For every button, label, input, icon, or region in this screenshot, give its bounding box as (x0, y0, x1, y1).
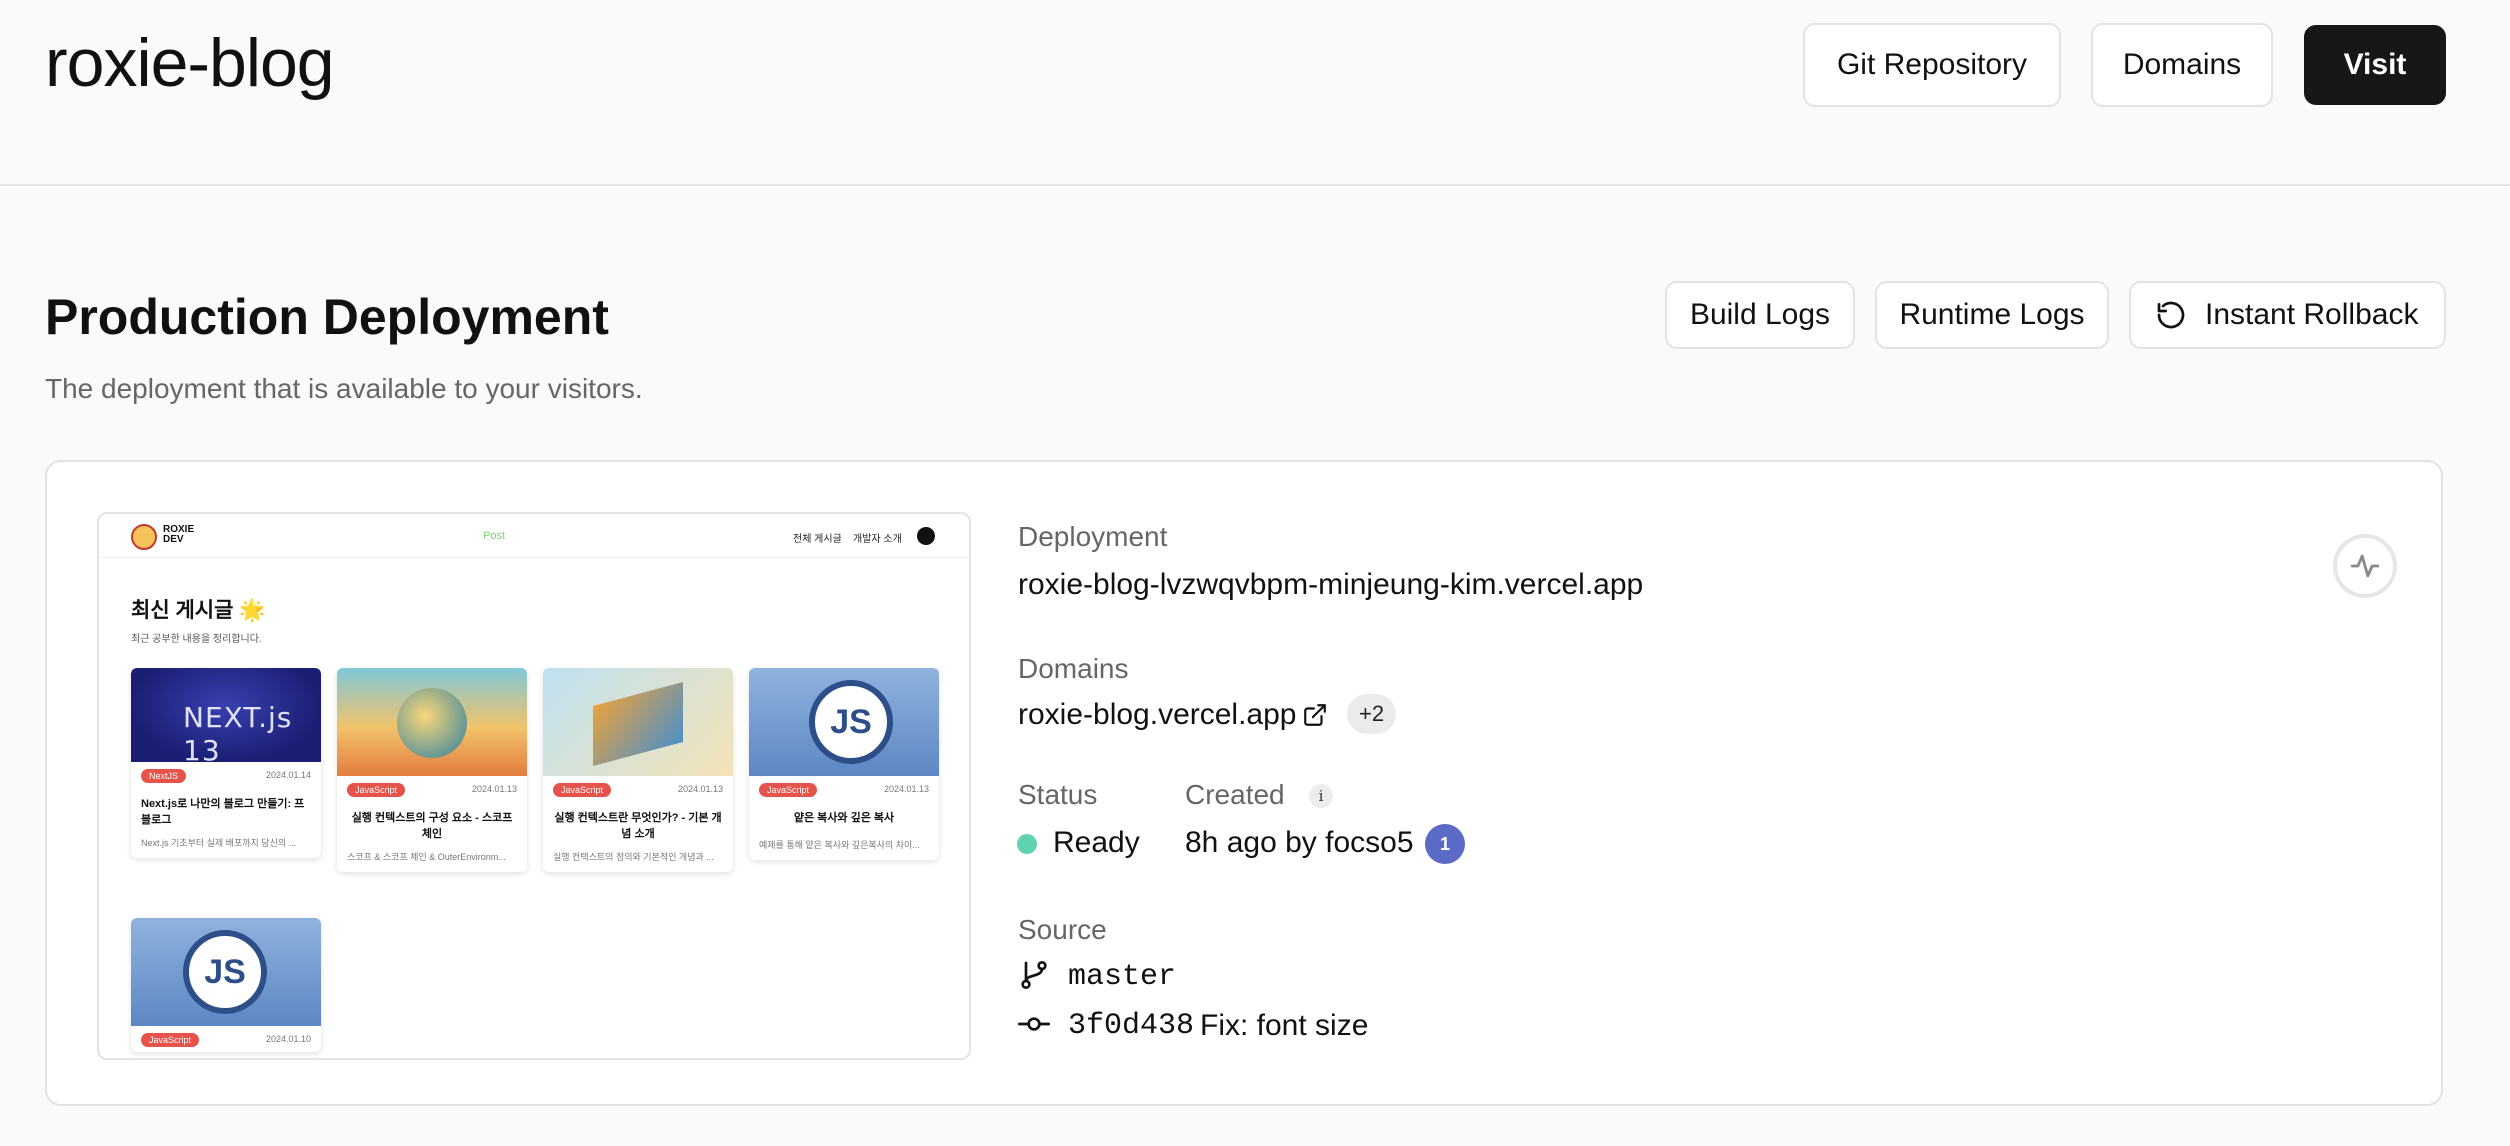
preview-post-date: 2024.01.13 (677, 784, 723, 794)
preview-post-title: 얕은 복사와 깊은 복사 (793, 812, 895, 824)
preview-github-icon (917, 527, 935, 545)
top-bar: roxie-blog Git Repository Domains Visit (0, 0, 2510, 186)
commit-message: Fix: font size (1200, 1009, 1369, 1042)
build-logs-button[interactable]: Build Logs (1665, 281, 1855, 349)
preview-post-tag: JavaScript (759, 783, 818, 797)
rollback-icon (2157, 301, 2185, 329)
domains-button[interactable]: Domains (2091, 23, 2273, 107)
production-deployment-subtitle: The deployment that is available to your… (45, 373, 643, 404)
branch-name[interactable]: master (1068, 960, 1176, 994)
domains-label: Domains (1018, 653, 1129, 684)
preview-post-image-text: NEXT.js 13 (183, 701, 293, 762)
preview-post-image: JS (749, 668, 939, 776)
source-label: Source (1018, 914, 1107, 945)
preview-menu-item: 개발자 소개 (853, 534, 902, 545)
created-value: 8h ago by focso5 (1185, 826, 1414, 859)
preview-post-desc: 스코프 & 스코프 체인 & OuterEnvironm... (347, 852, 506, 862)
status-ready-dot (1017, 834, 1037, 854)
domain-link-text: roxie-blog.vercel.app (1018, 698, 1297, 731)
preview-post-date: 2024.01.10 (265, 1034, 311, 1044)
preview-menu-item: 전체 게시글 (793, 534, 842, 545)
preview-post-desc: 실행 컨텍스트의 정의와 기본적인 개념과 ... (553, 852, 714, 862)
preview-center-link: Post (483, 530, 506, 542)
created-label: Created (1185, 779, 1285, 810)
analytics-button[interactable] (2333, 534, 2397, 598)
preview-post-title: Next.js로 나만의 블로그 만들기: 프 블로그 (141, 798, 305, 826)
preview-heading: 최신 게시글 🌟 (131, 599, 266, 622)
preview-post-title: 실행 컨텍스트의 구성 요소 - 스코프 체인 (351, 812, 513, 840)
preview-post-desc: 예제를 통해 얕은 복사와 깊은복사의 차이... (759, 840, 920, 850)
preview-post-card: JavaScript 2024.01.13 실행 컨텍스트의 구성 요소 - 스코… (337, 668, 527, 872)
git-commit-icon (1018, 1017, 1050, 1031)
preview-post-card: NEXT.js 13 NextJS 2024.01.14 Next.js로 나만의… (131, 668, 321, 858)
preview-nav: ROXIE DEV Post 전체 게시글 개발자 소개 (99, 514, 969, 558)
preview-post-image (543, 668, 733, 776)
preview-post-card: JS JavaScript 2024.01.13 얕은 복사와 깊은 복사 예제를… (749, 668, 939, 860)
preview-post-image: NEXT.js 13 (131, 668, 321, 762)
external-link-icon (1304, 704, 1327, 726)
deployment-preview-screenshot[interactable]: ROXIE DEV Post 전체 게시글 개발자 소개 최신 게시글 🌟 최근… (97, 512, 971, 1060)
instant-rollback-button[interactable]: Instant Rollback (2129, 281, 2446, 349)
runtime-logs-button[interactable]: Runtime Logs (1875, 281, 2109, 349)
preview-post-tag: JavaScript (347, 783, 406, 797)
preview-post-card: JS JavaScript 2024.01.10 (131, 918, 321, 1052)
info-icon[interactable]: i (1309, 784, 1333, 808)
preview-post-date: 2024.01.13 (471, 784, 517, 794)
more-domains-badge[interactable]: +2 (1347, 694, 1397, 734)
preview-post-image-text: JS (204, 952, 246, 991)
deployment-url-link[interactable]: roxie-blog-lvzwqvbpm-minjeung-kim.vercel… (1018, 568, 1643, 602)
preview-post-image-text: JS (830, 702, 872, 741)
activity-icon (2350, 554, 2380, 578)
project-title: roxie-blog (45, 25, 335, 101)
preview-post-tag: NextJS (141, 769, 187, 783)
preview-post-tag: JavaScript (553, 783, 612, 797)
instant-rollback-label: Instant Rollback (2205, 298, 2419, 331)
status-label: Status (1018, 779, 1098, 810)
preview-logo-icon (131, 524, 157, 550)
status-value: Ready (1053, 826, 1140, 859)
git-repository-button[interactable]: Git Repository (1803, 23, 2061, 107)
avatar[interactable]: 1 (1425, 824, 1465, 864)
preview-subheading: 최근 공부한 내용을 정리합니다. (131, 634, 262, 645)
preview-brand: ROXIE DEV (163, 524, 195, 545)
preview-post-date: 2024.01.13 (883, 784, 929, 794)
preview-post-tag: JavaScript (141, 1033, 200, 1047)
preview-post-title: 실행 컨텍스트란 무엇인가? - 기본 개념 소개 (554, 812, 722, 840)
preview-post-image: JS (131, 918, 321, 1026)
production-deployment-title: Production Deployment (45, 289, 609, 345)
preview-post-desc: Next.js 기초부터 실제 배포까지 당신의 ... (141, 838, 297, 848)
visit-button[interactable]: Visit (2304, 25, 2446, 105)
domain-link[interactable]: roxie-blog.vercel.app (1018, 698, 1328, 732)
commit-hash[interactable]: 3f0d438 (1068, 1009, 1194, 1043)
preview-post-image (337, 668, 527, 776)
preview-post-card: JavaScript 2024.01.13 실행 컨텍스트란 무엇인가? - 기본… (543, 668, 733, 872)
deployment-label: Deployment (1018, 521, 1168, 552)
deployment-card: ROXIE DEV Post 전체 게시글 개발자 소개 최신 게시글 🌟 최근… (45, 460, 2443, 1106)
git-branch-icon (1021, 961, 1047, 989)
preview-post-date: 2024.01.14 (265, 770, 311, 780)
